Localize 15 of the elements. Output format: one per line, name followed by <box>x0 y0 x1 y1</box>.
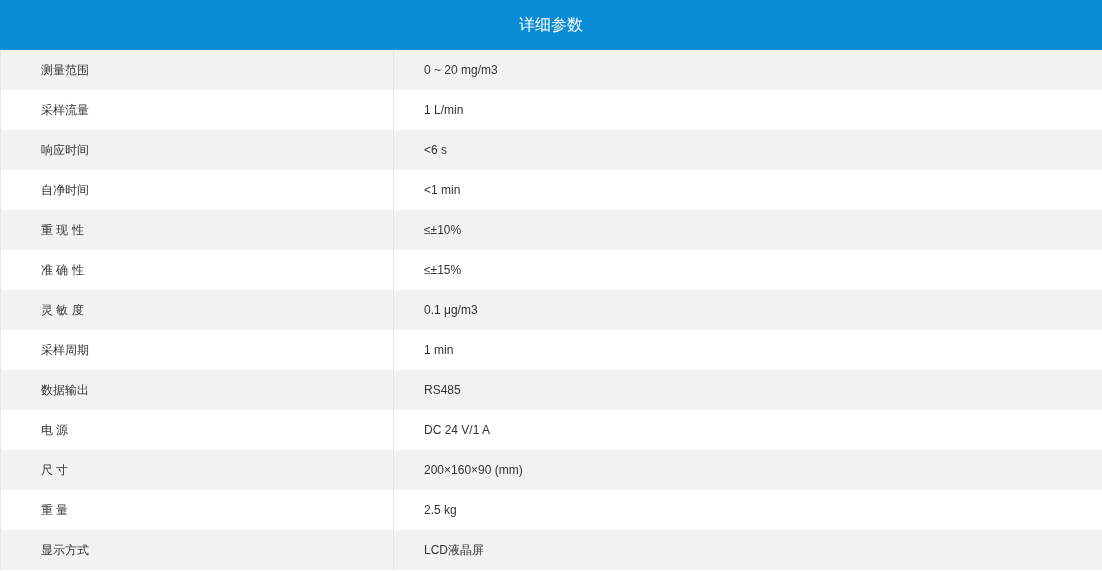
table-cell-text: DC 24 V/1 A <box>423 422 492 439</box>
table-cell-text: <6 s <box>423 142 448 159</box>
table-cell-text: 0.1 μg/m3 <box>423 302 479 319</box>
table-cell: 显示方式 <box>1 530 394 570</box>
table-cell-text: <1 min <box>423 182 462 199</box>
table-cell-text: 1 L/min <box>423 102 465 119</box>
table-cell-text: 200×160×90 (mm) <box>423 462 524 479</box>
table-cell-text: 2.5 kg <box>423 502 458 519</box>
table-cell-text: 1 min <box>423 342 455 359</box>
table-cell-text: RS485 <box>423 382 462 399</box>
table-cell-text: ≤±15% <box>423 262 463 279</box>
table-header: 详细参数 <box>0 0 1102 50</box>
table-cell-text: 0 ~ 20 mg/m3 <box>423 62 499 79</box>
table-cell-text: LCD液晶屏 <box>423 542 485 559</box>
table-cell-text: ≤±10% <box>423 222 463 239</box>
